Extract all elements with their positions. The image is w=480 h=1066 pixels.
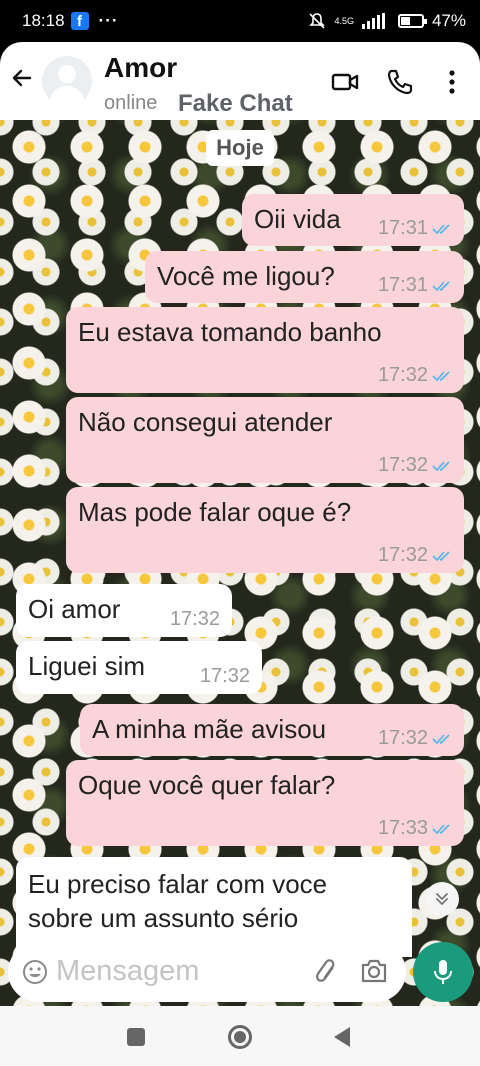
message-bubble-outgoing[interactable]: Oque você quer falar? 17:33 [66,760,464,846]
back-button[interactable] [334,1027,350,1047]
message-bubble-outgoing[interactable]: Eu estava tomando banho 17:32 [66,307,464,393]
message-text-line2: sobre um assunto sério [28,903,299,933]
message-input[interactable]: Mensagem [56,955,199,988]
message-text: Você me ligou? [157,261,335,291]
read-ticks-icon [432,223,450,234]
read-ticks-icon [432,460,450,471]
watermark-label: Fake Chat [178,90,293,117]
read-ticks-icon [432,280,450,291]
more-notifications-icon: ··· [98,11,119,30]
battery-icon [397,14,427,28]
message-text: Não consegui atender [78,407,333,437]
contact-name[interactable]: Amor [104,52,177,84]
scroll-to-bottom-button[interactable] [425,882,459,916]
message-time: 17:31 [377,274,428,296]
avatar[interactable] [42,56,92,106]
message-time: 17:31 [377,217,428,239]
message-bubble-outgoing[interactable]: A minha mãe avisou 17:32 [80,704,464,756]
contact-status: online [104,92,158,114]
message-text: A minha mãe avisou [92,714,327,744]
voice-message-button[interactable] [413,942,473,1002]
home-button[interactable] [228,1025,252,1049]
message-text: Liguei sim [28,651,146,681]
microphone-icon [434,960,452,984]
read-ticks-icon [432,370,450,381]
message-time: 17:32 [377,727,428,749]
status-bar: 18:18 f ··· 4.5G 47% [0,0,480,42]
message-text: Oii vida [254,204,341,234]
mute-icon [309,13,326,29]
chat-header: Amor online Fake Chat [0,42,480,120]
back-arrow-icon[interactable] [10,66,34,90]
message-input-bar: Mensagem [8,942,406,1002]
date-chip: Hoje [206,130,274,166]
message-text: Mas pode falar oque é? [78,497,352,527]
system-nav-bar [0,1006,480,1066]
read-ticks-icon [432,823,450,834]
signal-icon [361,13,385,29]
phone-call-icon[interactable] [386,68,414,96]
message-bubble-outgoing[interactable]: Você me ligou? 17:31 [145,251,464,303]
attach-icon[interactable] [313,957,341,987]
chat-area[interactable]: Hoje Oii vida 17:31 Você me ligou? 17:31… [0,120,480,1006]
message-time: 17:32 [199,665,250,687]
facebook-icon: f [70,12,89,30]
message-bubble-incoming[interactable]: Oi amor 17:32 [16,584,232,637]
message-time: 17:32 [377,544,428,566]
more-options-icon[interactable] [442,68,462,96]
read-ticks-icon [432,550,450,561]
recent-apps-button[interactable] [127,1028,145,1046]
read-ticks-icon [432,733,450,744]
message-text: Oi amor [28,594,121,624]
message-time: 17:32 [169,608,220,630]
message-text: Eu estava tomando banho [78,317,382,347]
message-text: Oque você quer falar? [78,770,336,800]
message-time: 17:32 [377,454,428,476]
emoji-icon[interactable] [22,959,48,985]
message-bubble-incoming[interactable]: Liguei sim 17:32 [16,641,262,694]
message-time: 17:33 [377,817,428,839]
status-time: 18:18 [22,11,65,30]
double-chevron-down-icon [436,893,448,905]
message-text: Eu preciso falar com voce [28,869,328,899]
message-bubble-outgoing[interactable]: Não consegui atender 17:32 [66,397,464,483]
video-call-icon[interactable] [331,68,359,96]
message-bubble-outgoing[interactable]: Oii vida 17:31 [242,194,464,246]
message-bubble-outgoing[interactable]: Mas pode falar oque é? 17:32 [66,487,464,573]
camera-icon[interactable] [360,958,388,984]
network-type: 4.5G [334,15,354,26]
battery-percent: 47% [431,11,466,30]
message-time: 17:32 [377,364,428,386]
